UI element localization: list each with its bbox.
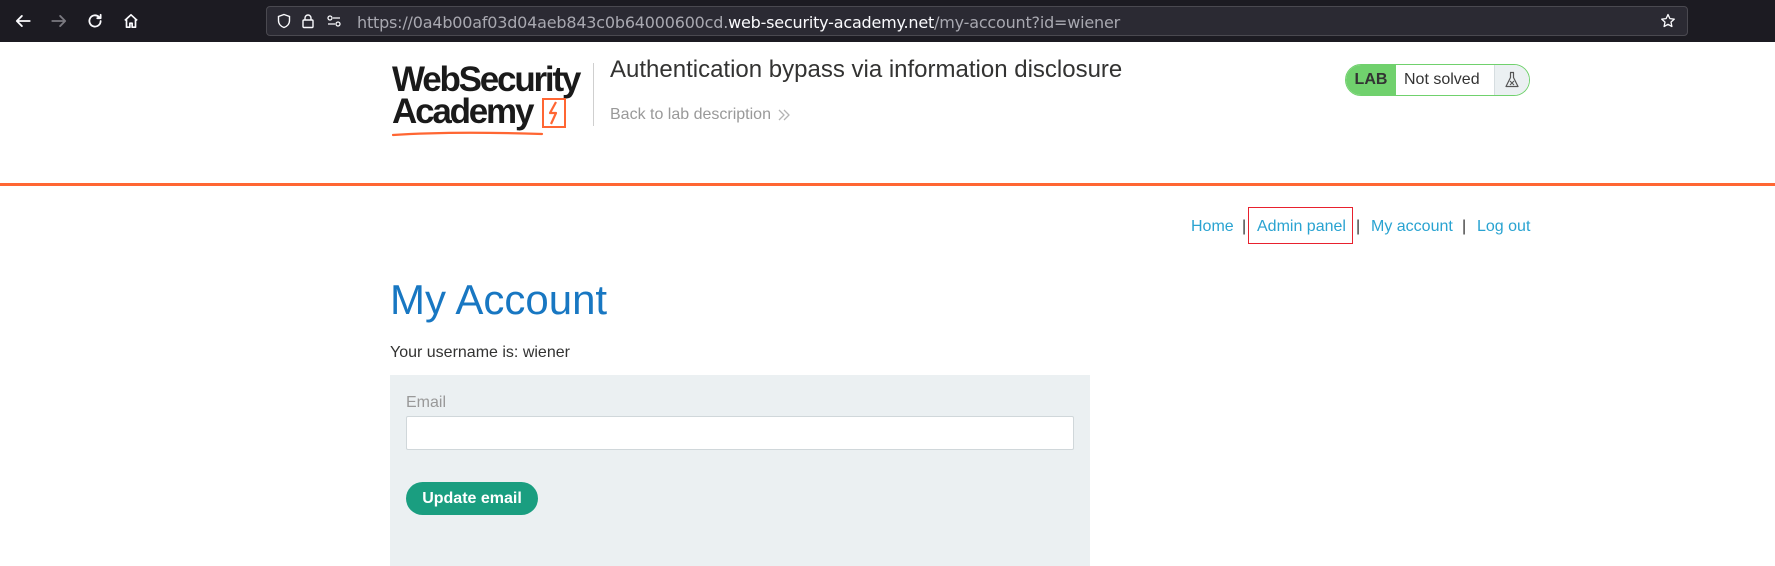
flask-icon bbox=[1494, 65, 1529, 95]
logo-bolt-icon bbox=[542, 98, 566, 128]
nav-home-link[interactable]: Home bbox=[1191, 218, 1234, 236]
email-input[interactable] bbox=[406, 416, 1074, 450]
url-path: /my-account?id=wiener bbox=[934, 13, 1120, 32]
back-to-lab-description-link[interactable]: Back to lab description bbox=[610, 106, 791, 124]
web-security-academy-logo[interactable]: WebSecurity Academy bbox=[392, 60, 592, 137]
admin-panel-highlight-box bbox=[1248, 207, 1353, 244]
nav-separator: | bbox=[1356, 218, 1361, 235]
lab-tag: LAB bbox=[1346, 65, 1396, 95]
back-link-label: Back to lab description bbox=[610, 106, 771, 123]
back-arrow-icon[interactable] bbox=[11, 9, 35, 33]
forward-arrow-icon[interactable] bbox=[47, 9, 71, 33]
url-prefix: https://0a4b00af03d04aeb843c0b64000600cd… bbox=[357, 13, 729, 32]
bookmark-star-icon[interactable] bbox=[1659, 12, 1677, 30]
site-permissions-icon[interactable] bbox=[325, 12, 343, 30]
logo-underline-swoosh bbox=[392, 131, 544, 137]
nav-my-account-link[interactable]: My account bbox=[1371, 218, 1453, 236]
header-divider bbox=[593, 63, 594, 126]
url-domain: web-security-academy.net bbox=[728, 13, 935, 32]
url-text[interactable]: https://0a4b00af03d04aeb843c0b64000600cd… bbox=[357, 13, 1120, 32]
browser-toolbar: https://0a4b00af03d04aeb843c0b64000600cd… bbox=[0, 0, 1775, 42]
tracking-shield-icon[interactable] bbox=[275, 12, 293, 30]
logo-text-line2: Academy bbox=[392, 92, 534, 131]
username-text: Your username is: wiener bbox=[390, 344, 570, 361]
reload-icon[interactable] bbox=[83, 9, 107, 33]
page-title: My Account bbox=[390, 276, 608, 323]
update-email-form: Email Update email bbox=[390, 375, 1090, 566]
home-icon[interactable] bbox=[119, 9, 143, 33]
nav-separator: | bbox=[1462, 218, 1467, 235]
lab-status-widget: LAB Not solved bbox=[1345, 64, 1530, 96]
nav-log-out-link[interactable]: Log out bbox=[1477, 218, 1530, 236]
lab-status-text: Not solved bbox=[1404, 71, 1480, 88]
nav-separator: | bbox=[1242, 218, 1247, 235]
email-label: Email bbox=[406, 394, 447, 411]
address-bar[interactable]: https://0a4b00af03d04aeb843c0b64000600cd… bbox=[266, 6, 1688, 36]
lock-icon[interactable] bbox=[299, 12, 317, 30]
header-accent-rule bbox=[0, 183, 1775, 186]
double-chevron-right-icon bbox=[778, 109, 790, 121]
lab-title: Authentication bypass via information di… bbox=[610, 56, 1123, 83]
update-email-button[interactable]: Update email bbox=[406, 482, 538, 515]
